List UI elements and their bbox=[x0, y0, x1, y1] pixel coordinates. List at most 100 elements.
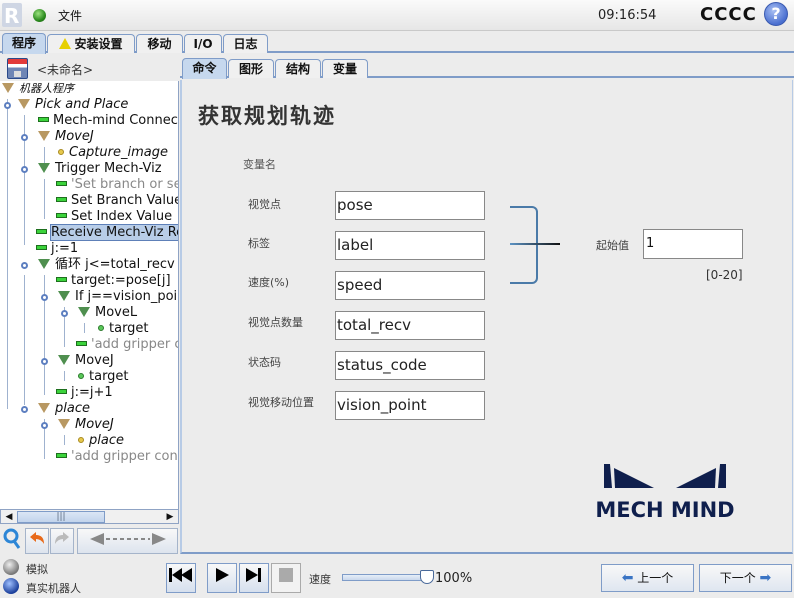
left-right-arrow-icon bbox=[89, 533, 166, 545]
tree-node[interactable]: If j==vision_poin bbox=[58, 289, 178, 305]
start-value-label: 起始值 bbox=[596, 239, 629, 252]
pose-input[interactable]: pose bbox=[335, 191, 485, 220]
next-button[interactable]: 下一个 ➡ bbox=[699, 564, 792, 592]
tree-node[interactable]: Mech-mind Connect bbox=[38, 113, 178, 129]
tab-command[interactable]: 命令 bbox=[182, 58, 227, 79]
tree-node[interactable]: 'add gripper c bbox=[76, 337, 178, 353]
redo-icon bbox=[55, 532, 69, 544]
tree-node[interactable]: Pick and Place bbox=[18, 97, 128, 113]
file-menu[interactable]: 文件 bbox=[58, 7, 82, 24]
ur-logo: R bbox=[2, 3, 22, 28]
tree-horizontal-scrollbar[interactable]: ◀ ||| ▶ bbox=[0, 509, 179, 524]
tab-io[interactable]: I/O bbox=[184, 34, 222, 53]
mech-mind-logo: MECH MIND bbox=[584, 462, 746, 522]
command-icon bbox=[76, 341, 87, 346]
tree-node[interactable]: MoveJ bbox=[58, 353, 114, 369]
tree-node-selected[interactable]: Receive Mech-Viz Re bbox=[36, 224, 178, 241]
tree-node[interactable]: Trigger Mech-Viz bbox=[38, 161, 162, 177]
tab-variables[interactable]: 变量 bbox=[322, 59, 368, 78]
simulation-radio[interactable] bbox=[3, 559, 19, 575]
folder-triangle-icon bbox=[58, 419, 70, 429]
tab-structure[interactable]: 结构 bbox=[275, 59, 321, 78]
collapse-pin[interactable] bbox=[41, 422, 48, 429]
status-code-input[interactable]: status_code bbox=[335, 351, 485, 380]
tree-node[interactable]: 'Set branch or se bbox=[56, 177, 178, 193]
scroll-right-icon[interactable]: ▶ bbox=[164, 511, 176, 523]
arrow-left-icon: ⬅ bbox=[621, 570, 634, 586]
tree-node[interactable]: j:=j+1 bbox=[56, 385, 113, 401]
collapse-pin[interactable] bbox=[61, 310, 68, 317]
tree-node-robot-program[interactable]: 机器人程序 bbox=[2, 81, 74, 97]
tree-node[interactable]: 循环 j<=total_recv bbox=[38, 257, 175, 273]
tree-node[interactable]: MoveL bbox=[78, 305, 137, 321]
redo-button[interactable] bbox=[50, 528, 74, 554]
step-button[interactable] bbox=[239, 563, 269, 593]
tree-node[interactable]: place bbox=[78, 433, 124, 449]
tab-graphics[interactable]: 图形 bbox=[228, 59, 274, 78]
collapse-pin[interactable] bbox=[4, 102, 11, 109]
program-tree[interactable]: 机器人程序 Pick and Place Mech-mind Connect M… bbox=[0, 81, 179, 509]
field-label-speed: 速度(%) bbox=[248, 276, 290, 289]
undo-button[interactable] bbox=[25, 528, 49, 554]
skip-back-icon bbox=[169, 568, 192, 582]
bracket-connector bbox=[510, 206, 538, 284]
main-tabs: 程序 安装设置 移动 I/O 日志 bbox=[0, 33, 794, 54]
tree-node[interactable]: target:=pose[j] bbox=[56, 273, 171, 289]
collapse-pin[interactable] bbox=[21, 262, 28, 269]
top-bar: R 文件 09:16:54 CCCC ? bbox=[0, 0, 794, 31]
start-value-input[interactable]: 1 bbox=[643, 229, 743, 259]
tree-node[interactable]: 'add gripper cont bbox=[56, 449, 178, 465]
folder-triangle-icon bbox=[2, 83, 14, 93]
rewind-button[interactable] bbox=[166, 563, 196, 593]
previous-button[interactable]: ⬅ 上一个 bbox=[601, 564, 694, 592]
tab-program[interactable]: 程序 bbox=[2, 33, 46, 54]
total-recv-input[interactable]: total_recv bbox=[335, 311, 485, 340]
tab-installation[interactable]: 安装设置 bbox=[47, 34, 135, 53]
folder-triangle-icon bbox=[58, 291, 70, 301]
collapse-pin[interactable] bbox=[21, 166, 28, 173]
folder-triangle-icon bbox=[38, 163, 50, 173]
tree-node[interactable]: place bbox=[38, 401, 90, 417]
tree-node[interactable]: target bbox=[78, 369, 129, 385]
search-button[interactable] bbox=[1, 528, 22, 554]
vision-point-input[interactable]: vision_point bbox=[335, 391, 485, 420]
collapse-pin[interactable] bbox=[41, 358, 48, 365]
tab-move[interactable]: 移动 bbox=[136, 34, 183, 53]
move-node-button[interactable] bbox=[77, 528, 178, 554]
tree-toolbar bbox=[0, 527, 180, 555]
tree-node[interactable]: Capture_image bbox=[58, 145, 168, 161]
simulation-label: 模拟 bbox=[26, 563, 48, 576]
collapse-pin[interactable] bbox=[21, 134, 28, 141]
tree-node[interactable]: Set Index Value bbox=[56, 209, 172, 225]
speed-input[interactable]: speed bbox=[335, 271, 485, 300]
field-label-pose: 视觉点 bbox=[248, 198, 281, 211]
tree-node[interactable]: Set Branch Value bbox=[56, 193, 178, 209]
robot-name: CCCC bbox=[700, 4, 757, 25]
label-input[interactable]: label bbox=[335, 231, 485, 260]
help-icon[interactable]: ? bbox=[764, 2, 788, 26]
robot-status-icon[interactable] bbox=[33, 9, 46, 22]
tree-node[interactable]: MoveJ bbox=[58, 417, 114, 433]
start-value-range: [0-20] bbox=[706, 268, 743, 282]
scroll-thumb[interactable]: ||| bbox=[17, 511, 105, 523]
waypoint-icon bbox=[78, 373, 84, 379]
bottom-bar: 模拟 真实机器人 速度 100% ⬅ 上一个 下一个 ➡ bbox=[0, 556, 794, 598]
tree-node[interactable]: MoveJ bbox=[38, 129, 94, 145]
play-icon bbox=[216, 568, 229, 582]
speed-slider-thumb[interactable] bbox=[420, 570, 434, 584]
folder-triangle-icon bbox=[38, 259, 50, 269]
tab-log[interactable]: 日志 bbox=[223, 34, 268, 53]
scroll-left-icon[interactable]: ◀ bbox=[3, 511, 15, 523]
stop-button[interactable] bbox=[271, 563, 301, 593]
search-icon bbox=[3, 528, 20, 549]
bracket-connector-line bbox=[510, 243, 560, 245]
tree-node[interactable]: target bbox=[98, 321, 149, 337]
tree-node[interactable]: j:=1 bbox=[36, 241, 78, 257]
real-robot-radio[interactable] bbox=[3, 578, 19, 594]
variable-name-header: 变量名 bbox=[243, 158, 276, 171]
collapse-pin[interactable] bbox=[21, 406, 28, 413]
speed-slider[interactable] bbox=[342, 574, 432, 581]
play-button[interactable] bbox=[207, 563, 237, 593]
save-icon[interactable] bbox=[7, 58, 28, 79]
collapse-pin[interactable] bbox=[41, 294, 48, 301]
